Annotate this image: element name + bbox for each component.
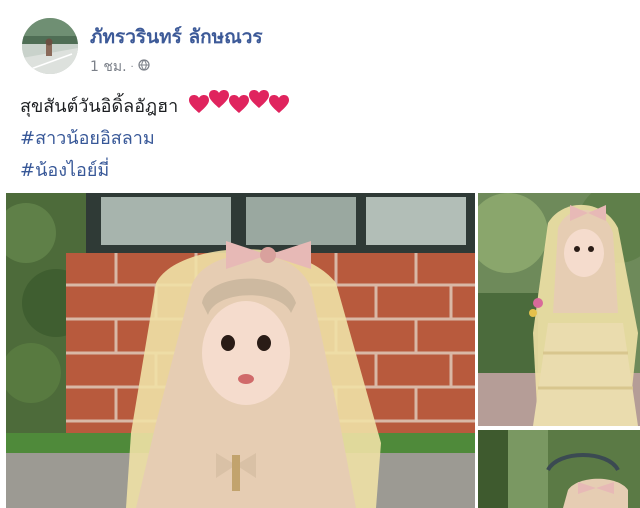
facebook-post: ภัทรวรินทร์ ลักษณวร 1 ชม. · สุขสันต์วันอ… <box>0 0 640 508</box>
hearts-emoji-group <box>188 90 290 114</box>
heart-icon <box>228 95 249 113</box>
author-avatar[interactable] <box>22 18 78 74</box>
post-photo-3[interactable] <box>478 430 640 508</box>
post-text: สุขสันต์วันอิดิ้ลอัฎฮา <box>20 90 290 120</box>
heart-icon <box>208 90 229 108</box>
post-timestamp-link[interactable]: 1 ชม. <box>90 56 127 78</box>
post-photo-main[interactable] <box>6 193 475 508</box>
hashtag-link[interactable]: #สาวน้อยอิสลาม <box>20 123 155 152</box>
heart-icon <box>268 95 289 113</box>
post-text-body: สุขสันต์วันอิดิ้ลอัฎฮา <box>20 96 179 117</box>
heart-icon <box>248 90 269 108</box>
post-meta: 1 ชม. · <box>90 56 150 78</box>
separator-dot: · <box>130 61 134 73</box>
author-name-link[interactable]: ภัทรวรินทร์ ลักษณวร <box>90 22 263 52</box>
post-photo-2[interactable] <box>478 193 640 426</box>
heart-icon <box>188 95 209 113</box>
globe-icon[interactable] <box>138 59 150 75</box>
hashtag-link[interactable]: #น้องไอย์มี่ <box>20 155 109 184</box>
